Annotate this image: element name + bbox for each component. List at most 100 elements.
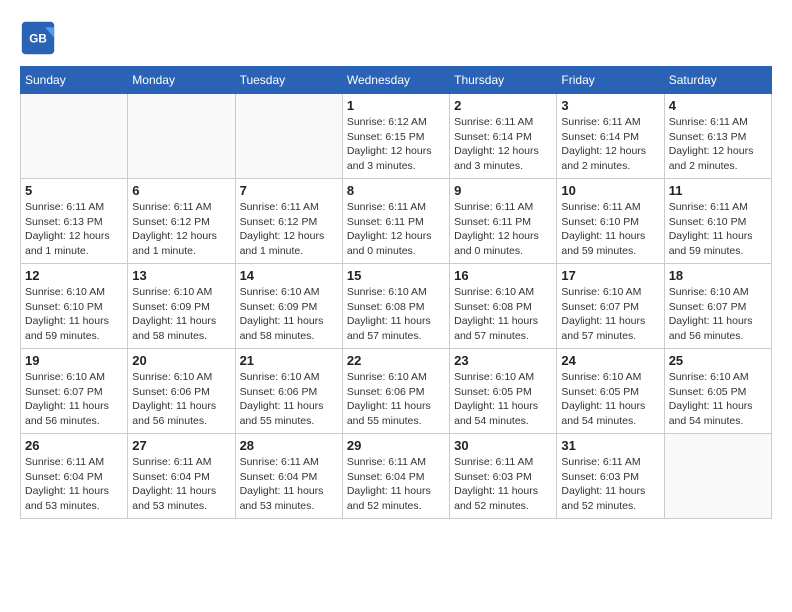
calendar-cell: 22 Sunrise: 6:10 AM Sunset: 6:06 PM Dayli… <box>342 349 449 434</box>
day-number: 11 <box>669 183 767 198</box>
day-number: 10 <box>561 183 659 198</box>
day-info: Sunrise: 6:11 AM Sunset: 6:11 PM Dayligh… <box>454 200 552 259</box>
calendar-cell: 2Sunrise: 6:11 AM Sunset: 6:14 PM Daylig… <box>450 94 557 179</box>
day-number: 26 <box>25 438 123 453</box>
calendar-cell: 30 Sunrise: 6:11 AM Sunset: 6:03 PM Dayli… <box>450 434 557 519</box>
calendar: SundayMondayTuesdayWednesdayThursdayFrid… <box>20 66 772 519</box>
calendar-cell: 3 Sunrise: 6:11 AM Sunset: 6:14 PM Daylig… <box>557 94 664 179</box>
day-number: 16 <box>454 268 552 283</box>
day-number: 15 <box>347 268 445 283</box>
calendar-cell <box>21 94 128 179</box>
day-number: 12 <box>25 268 123 283</box>
calendar-cell <box>664 434 771 519</box>
day-number: 18 <box>669 268 767 283</box>
day-info: Sunrise: 6:10 AM Sunset: 6:07 PM Dayligh… <box>669 285 767 344</box>
day-info: Sunrise: 6:10 AM Sunset: 6:10 PM Dayligh… <box>25 285 123 344</box>
calendar-cell: 8Sunrise: 6:11 AM Sunset: 6:11 PM Daylig… <box>342 179 449 264</box>
day-number: 9 <box>454 183 552 198</box>
day-info: Sunrise: 6:10 AM Sunset: 6:09 PM Dayligh… <box>132 285 230 344</box>
day-info: Sunrise: 6:10 AM Sunset: 6:05 PM Dayligh… <box>561 370 659 429</box>
calendar-cell <box>128 94 235 179</box>
day-number: 3 <box>561 98 659 113</box>
day-info: Sunrise: 6:11 AM Sunset: 6:03 PM Dayligh… <box>561 455 659 514</box>
week-row-5: 26 Sunrise: 6:11 AM Sunset: 6:04 PM Dayli… <box>21 434 772 519</box>
page-header: GB <box>20 20 772 56</box>
weekday-header-thursday: Thursday <box>450 67 557 94</box>
day-info: Sunrise: 6:10 AM Sunset: 6:05 PM Dayligh… <box>669 370 767 429</box>
calendar-cell: 12 Sunrise: 6:10 AM Sunset: 6:10 PM Dayli… <box>21 264 128 349</box>
calendar-cell: 10 Sunrise: 6:11 AM Sunset: 6:10 PM Dayli… <box>557 179 664 264</box>
day-number: 22 <box>347 353 445 368</box>
logo: GB <box>20 20 60 56</box>
day-info: Sunrise: 6:10 AM Sunset: 6:08 PM Dayligh… <box>454 285 552 344</box>
day-info: Sunrise: 6:11 AM Sunset: 6:03 PM Dayligh… <box>454 455 552 514</box>
day-number: 21 <box>240 353 338 368</box>
day-info: Sunrise: 6:11 AM Sunset: 6:12 PM Dayligh… <box>132 200 230 259</box>
calendar-cell: 14 Sunrise: 6:10 AM Sunset: 6:09 PM Dayli… <box>235 264 342 349</box>
calendar-cell: 23Sunrise: 6:10 AM Sunset: 6:05 PM Dayli… <box>450 349 557 434</box>
day-number: 28 <box>240 438 338 453</box>
calendar-cell: 11 Sunrise: 6:11 AM Sunset: 6:10 PM Dayli… <box>664 179 771 264</box>
day-info: Sunrise: 6:10 AM Sunset: 6:09 PM Dayligh… <box>240 285 338 344</box>
calendar-cell: 27 Sunrise: 6:11 AM Sunset: 6:04 PM Dayli… <box>128 434 235 519</box>
svg-text:GB: GB <box>29 33 47 46</box>
day-number: 14 <box>240 268 338 283</box>
day-number: 6 <box>132 183 230 198</box>
weekday-header-row: SundayMondayTuesdayWednesdayThursdayFrid… <box>21 67 772 94</box>
weekday-header-tuesday: Tuesday <box>235 67 342 94</box>
day-number: 30 <box>454 438 552 453</box>
calendar-cell: 1Sunrise: 6:12 AM Sunset: 6:15 PM Daylig… <box>342 94 449 179</box>
day-info: Sunrise: 6:10 AM Sunset: 6:07 PM Dayligh… <box>561 285 659 344</box>
week-row-4: 19 Sunrise: 6:10 AM Sunset: 6:07 PM Dayli… <box>21 349 772 434</box>
day-number: 19 <box>25 353 123 368</box>
day-number: 13 <box>132 268 230 283</box>
calendar-cell: 9 Sunrise: 6:11 AM Sunset: 6:11 PM Daylig… <box>450 179 557 264</box>
day-number: 24 <box>561 353 659 368</box>
day-number: 7 <box>240 183 338 198</box>
calendar-cell: 4 Sunrise: 6:11 AM Sunset: 6:13 PM Daylig… <box>664 94 771 179</box>
day-number: 1 <box>347 98 445 113</box>
day-number: 4 <box>669 98 767 113</box>
day-info: Sunrise: 6:11 AM Sunset: 6:04 PM Dayligh… <box>132 455 230 514</box>
day-info: Sunrise: 6:11 AM Sunset: 6:10 PM Dayligh… <box>561 200 659 259</box>
calendar-cell: 19 Sunrise: 6:10 AM Sunset: 6:07 PM Dayli… <box>21 349 128 434</box>
day-info: Sunrise: 6:11 AM Sunset: 6:04 PM Dayligh… <box>25 455 123 514</box>
day-number: 8 <box>347 183 445 198</box>
day-info: Sunrise: 6:11 AM Sunset: 6:14 PM Dayligh… <box>561 115 659 174</box>
day-info: Sunrise: 6:10 AM Sunset: 6:08 PM Dayligh… <box>347 285 445 344</box>
day-info: Sunrise: 6:11 AM Sunset: 6:13 PM Dayligh… <box>25 200 123 259</box>
calendar-cell: 21 Sunrise: 6:10 AM Sunset: 6:06 PM Dayli… <box>235 349 342 434</box>
calendar-cell: 31 Sunrise: 6:11 AM Sunset: 6:03 PM Dayli… <box>557 434 664 519</box>
weekday-header-sunday: Sunday <box>21 67 128 94</box>
day-info: Sunrise: 6:10 AM Sunset: 6:07 PM Dayligh… <box>25 370 123 429</box>
day-number: 17 <box>561 268 659 283</box>
weekday-header-wednesday: Wednesday <box>342 67 449 94</box>
calendar-cell: 18 Sunrise: 6:10 AM Sunset: 6:07 PM Dayli… <box>664 264 771 349</box>
weekday-header-friday: Friday <box>557 67 664 94</box>
day-number: 27 <box>132 438 230 453</box>
calendar-cell: 17 Sunrise: 6:10 AM Sunset: 6:07 PM Dayli… <box>557 264 664 349</box>
weekday-header-monday: Monday <box>128 67 235 94</box>
calendar-cell: 6 Sunrise: 6:11 AM Sunset: 6:12 PM Daylig… <box>128 179 235 264</box>
week-row-3: 12 Sunrise: 6:10 AM Sunset: 6:10 PM Dayli… <box>21 264 772 349</box>
day-number: 31 <box>561 438 659 453</box>
day-number: 23 <box>454 353 552 368</box>
calendar-cell: 24 Sunrise: 6:10 AM Sunset: 6:05 PM Dayli… <box>557 349 664 434</box>
week-row-2: 5 Sunrise: 6:11 AM Sunset: 6:13 PM Daylig… <box>21 179 772 264</box>
day-info: Sunrise: 6:11 AM Sunset: 6:13 PM Dayligh… <box>669 115 767 174</box>
day-info: Sunrise: 6:10 AM Sunset: 6:06 PM Dayligh… <box>347 370 445 429</box>
day-info: Sunrise: 6:10 AM Sunset: 6:06 PM Dayligh… <box>240 370 338 429</box>
calendar-cell: 28 Sunrise: 6:11 AM Sunset: 6:04 PM Dayli… <box>235 434 342 519</box>
day-info: Sunrise: 6:11 AM Sunset: 6:04 PM Dayligh… <box>240 455 338 514</box>
day-info: Sunrise: 6:11 AM Sunset: 6:10 PM Dayligh… <box>669 200 767 259</box>
day-info: Sunrise: 6:11 AM Sunset: 6:14 PM Dayligh… <box>454 115 552 174</box>
calendar-cell: 15 Sunrise: 6:10 AM Sunset: 6:08 PM Dayli… <box>342 264 449 349</box>
calendar-cell: 13 Sunrise: 6:10 AM Sunset: 6:09 PM Dayli… <box>128 264 235 349</box>
day-info: Sunrise: 6:10 AM Sunset: 6:06 PM Dayligh… <box>132 370 230 429</box>
day-number: 5 <box>25 183 123 198</box>
calendar-cell: 7Sunrise: 6:11 AM Sunset: 6:12 PM Daylig… <box>235 179 342 264</box>
calendar-cell: 20 Sunrise: 6:10 AM Sunset: 6:06 PM Dayli… <box>128 349 235 434</box>
day-number: 29 <box>347 438 445 453</box>
day-number: 20 <box>132 353 230 368</box>
calendar-cell: 29Sunrise: 6:11 AM Sunset: 6:04 PM Dayli… <box>342 434 449 519</box>
